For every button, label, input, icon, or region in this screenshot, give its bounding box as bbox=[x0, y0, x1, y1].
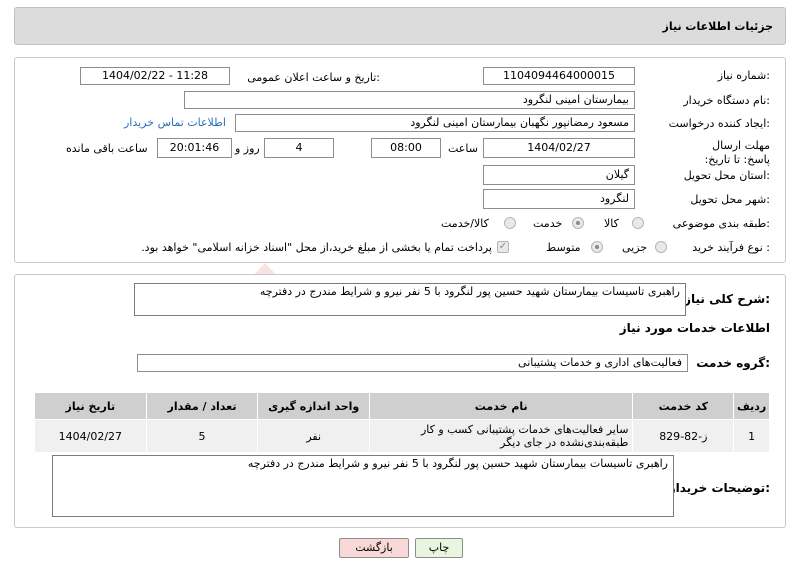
services-title: اطلاعات خدمات مورد نیاز bbox=[619, 321, 770, 335]
cell-row: 1 bbox=[733, 419, 770, 453]
category-goods-radio[interactable] bbox=[632, 217, 644, 229]
treasury-checkbox[interactable]: ✓ bbox=[497, 241, 509, 253]
info-panel bbox=[14, 57, 786, 263]
purchase-option-medium-label: متوسط bbox=[546, 241, 581, 254]
category-both-radio[interactable] bbox=[504, 217, 516, 229]
col-code-header: کد خدمت bbox=[632, 392, 735, 420]
cell-code: ز-82-829 bbox=[632, 419, 735, 453]
service-group-field: فعالیت‌های اداری و خدمات پشتیبانی bbox=[137, 354, 688, 372]
col-unit-header: واحد اندازه گیری bbox=[257, 392, 370, 420]
remaining-label: ساعت باقی مانده bbox=[66, 142, 148, 155]
purchase-medium-radio[interactable] bbox=[591, 241, 603, 253]
deadline-label: مهلت ارسال پاسخ: تا تاریخ: bbox=[704, 139, 770, 166]
creator-label: ایجاد کننده درخواست: bbox=[668, 117, 770, 130]
buyer-label: نام دستگاه خریدار: bbox=[683, 94, 770, 107]
cell-qty: 5 bbox=[145, 419, 259, 453]
buyer-notes-label: توضیحات خریدار: bbox=[668, 481, 770, 495]
remaining-time-field: 20:01:46 bbox=[157, 138, 232, 158]
deadline-time-field: 08:00 bbox=[371, 138, 441, 158]
category-service-radio[interactable] bbox=[572, 217, 584, 229]
col-qty-header: تعداد / مقدار bbox=[145, 392, 259, 420]
buyer-field: بیمارستان امینی لنگرود bbox=[184, 91, 635, 109]
service-group-label: گروه خدمت: bbox=[696, 356, 770, 370]
city-label: شهر محل تحویل: bbox=[690, 193, 770, 206]
category-option-service-label: خدمت bbox=[533, 217, 563, 230]
table-header-row: ردیف کد خدمت نام خدمت واحد اندازه گیری ت… bbox=[34, 392, 770, 420]
contact-buyer-link[interactable]: اطلاعات تماس خریدار bbox=[124, 116, 226, 130]
days-label: روز و bbox=[235, 142, 260, 155]
buyer-notes-field: راهبری تاسیسات بیمارستان شهید حسین پور ل… bbox=[52, 455, 674, 517]
services-table: ردیف کد خدمت نام خدمت واحد اندازه گیری ت… bbox=[34, 392, 770, 453]
cell-date: 1404/02/27 bbox=[34, 419, 147, 453]
category-option-goods-label: کالا bbox=[604, 217, 619, 230]
announce-field: 1404/02/22 - 11:28 bbox=[80, 67, 230, 85]
back-button[interactable]: بازگشت bbox=[339, 538, 409, 558]
purchase-option-minor-label: جزیی bbox=[622, 241, 648, 254]
announce-label: تاریخ و ساعت اعلان عمومی: bbox=[247, 71, 380, 84]
description-field: راهبری تاسیسات بیمارستان شهید حسین پور ل… bbox=[134, 283, 686, 316]
city-field: لنگرود bbox=[483, 189, 635, 209]
col-name-header: نام خدمت bbox=[368, 392, 634, 420]
province-label: استان محل تحویل: bbox=[683, 169, 770, 182]
purchase-label: نوع فرآیند خرید : bbox=[692, 241, 770, 254]
province-field: گیلان bbox=[483, 165, 635, 185]
col-date-header: تاریخ نیاز bbox=[34, 392, 147, 420]
deadline-date-field: 1404/02/27 bbox=[483, 138, 635, 158]
purchase-minor-radio[interactable] bbox=[655, 241, 667, 253]
need-number-label: شماره نیاز: bbox=[717, 69, 770, 82]
payment-note: پرداخت تمام یا بخشی از مبلغ خرید،از محل … bbox=[141, 241, 492, 254]
cell-unit: نفر bbox=[257, 419, 370, 453]
time-label: ساعت bbox=[448, 142, 478, 155]
category-label: طبقه بندی موضوعی: bbox=[672, 217, 770, 230]
print-button[interactable]: چاپ bbox=[415, 538, 463, 558]
page-title: جزئیات اطلاعات نیاز bbox=[662, 20, 774, 33]
need-number-field: 1104094464000015 bbox=[483, 67, 635, 85]
cell-name: سایر فعالیت‌های خدمات پشتیبانی کسب و کار… bbox=[368, 419, 634, 453]
col-row-header: ردیف bbox=[733, 392, 770, 420]
category-option-both-label: کالا/خدمت bbox=[441, 217, 489, 230]
table-row: 1 ز-82-829 سایر فعالیت‌های خدمات پشتیبان… bbox=[34, 419, 770, 453]
days-field: 4 bbox=[264, 138, 334, 158]
header-panel: جزئیات اطلاعات نیاز bbox=[14, 7, 786, 45]
creator-field: مسعود رمضانپور نگهبان بیمارستان امینی لن… bbox=[235, 114, 635, 132]
description-label: شرح کلی نیاز: bbox=[684, 292, 770, 306]
